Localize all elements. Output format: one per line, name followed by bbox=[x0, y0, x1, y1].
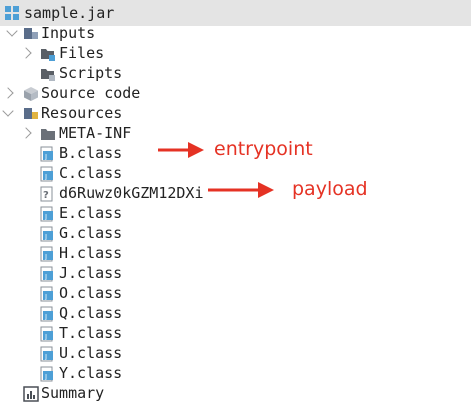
tree-node-label: Inputs bbox=[41, 24, 96, 42]
tree-node-class-file[interactable]: J J.class bbox=[4, 263, 204, 283]
svg-text:J: J bbox=[44, 273, 47, 281]
tree-node-label: d6Ruwz0kGZM12DXi bbox=[59, 184, 204, 202]
red-arrow-icon bbox=[208, 182, 274, 198]
folder-icon bbox=[41, 49, 55, 61]
svg-text:J: J bbox=[44, 293, 47, 301]
svg-text:J: J bbox=[44, 373, 47, 381]
tree-node-label: E.class bbox=[59, 204, 123, 222]
java-class-file-icon: J bbox=[40, 366, 53, 382]
tree-node-summary[interactable]: Summary bbox=[4, 383, 204, 403]
svg-text:J: J bbox=[44, 213, 47, 221]
tree-node-class-file[interactable]: J E.class bbox=[4, 203, 204, 223]
summary-chart-icon bbox=[23, 386, 39, 402]
chevron-right-icon[interactable] bbox=[20, 127, 32, 139]
tree-node-label: J.class bbox=[59, 264, 123, 282]
tree-node-class-file[interactable]: J Y.class bbox=[4, 363, 204, 383]
tree-node-label: Summary bbox=[41, 384, 105, 402]
tree-node-class-file[interactable]: J G.class bbox=[4, 223, 204, 243]
tree-node-class-file[interactable]: J H.class bbox=[4, 243, 204, 263]
tree-node-label: Scripts bbox=[59, 64, 123, 82]
svg-text:?: ? bbox=[43, 190, 49, 201]
chevron-down-icon[interactable] bbox=[6, 25, 18, 37]
tree-node-class-file[interactable]: J O.class bbox=[4, 283, 204, 303]
java-class-file-icon: J bbox=[40, 286, 53, 302]
tree-node-label: META-INF bbox=[59, 124, 132, 142]
tree-node-label: Y.class bbox=[59, 364, 123, 382]
tree-node-class-file[interactable]: J T.class bbox=[4, 323, 204, 343]
tree-root-label: sample.jar bbox=[24, 4, 115, 22]
java-class-file-icon: J bbox=[40, 146, 53, 162]
tree-node-label: G.class bbox=[59, 224, 123, 242]
svg-text:J: J bbox=[44, 233, 47, 241]
svg-text:J: J bbox=[44, 313, 47, 321]
tree-node-unknown-file[interactable]: ? d6Ruwz0kGZM12DXi bbox=[4, 183, 214, 203]
tree-node-label: B.class bbox=[59, 144, 123, 162]
tree-node-class-file[interactable]: J U.class bbox=[4, 343, 204, 363]
tree-node-label: Files bbox=[59, 44, 105, 62]
java-class-file-icon: J bbox=[40, 206, 53, 222]
resources-icon bbox=[24, 108, 38, 119]
java-class-file-icon: J bbox=[40, 166, 53, 182]
chevron-right-icon[interactable] bbox=[2, 87, 14, 99]
tree-root-sample-jar[interactable]: sample.jar bbox=[4, 3, 464, 23]
chevron-right-icon[interactable] bbox=[20, 47, 32, 59]
java-class-file-icon: J bbox=[40, 346, 53, 362]
java-class-file-icon: J bbox=[40, 226, 53, 242]
tree-node-label: T.class bbox=[59, 324, 123, 342]
annotation-entrypoint: entrypoint bbox=[214, 138, 313, 160]
unknown-file-icon: ? bbox=[40, 186, 53, 202]
tree-node-source-code[interactable]: Source code bbox=[2, 83, 464, 103]
folder-icon bbox=[41, 69, 55, 81]
chevron-down-icon[interactable] bbox=[2, 105, 14, 117]
tree-node-resources[interactable]: Resources bbox=[2, 103, 464, 123]
red-arrow-icon bbox=[158, 142, 204, 158]
tree-node-label: Source code bbox=[41, 84, 141, 102]
tree-node-label: Resources bbox=[41, 104, 123, 122]
svg-text:J: J bbox=[44, 153, 47, 161]
java-class-file-icon: J bbox=[40, 266, 53, 282]
java-class-file-icon: J bbox=[40, 306, 53, 322]
tree-node-label: O.class bbox=[59, 284, 123, 302]
folder-icon bbox=[41, 129, 55, 140]
inputs-icon bbox=[24, 28, 38, 39]
tree-node-class-file[interactable]: J C.class bbox=[4, 163, 204, 183]
tree-node-label: H.class bbox=[59, 244, 123, 262]
svg-text:J: J bbox=[44, 253, 47, 261]
package-box-icon bbox=[24, 87, 38, 101]
java-class-file-icon: J bbox=[40, 246, 53, 262]
tree-node-class-file[interactable]: J Q.class bbox=[4, 303, 204, 323]
tree-node-label: Q.class bbox=[59, 304, 123, 322]
svg-text:J: J bbox=[44, 353, 47, 361]
tree-node-files[interactable]: Files bbox=[4, 43, 464, 63]
annotation-payload: payload bbox=[292, 178, 368, 200]
svg-text:J: J bbox=[44, 333, 47, 341]
tree-node-inputs[interactable]: Inputs bbox=[4, 23, 464, 43]
tree-node-label: U.class bbox=[59, 344, 123, 362]
java-class-file-icon: J bbox=[40, 326, 53, 342]
jar-icon bbox=[5, 6, 19, 20]
tree-node-label: C.class bbox=[59, 164, 123, 182]
svg-text:J: J bbox=[44, 173, 47, 181]
tree-node-scripts[interactable]: Scripts bbox=[4, 63, 464, 83]
